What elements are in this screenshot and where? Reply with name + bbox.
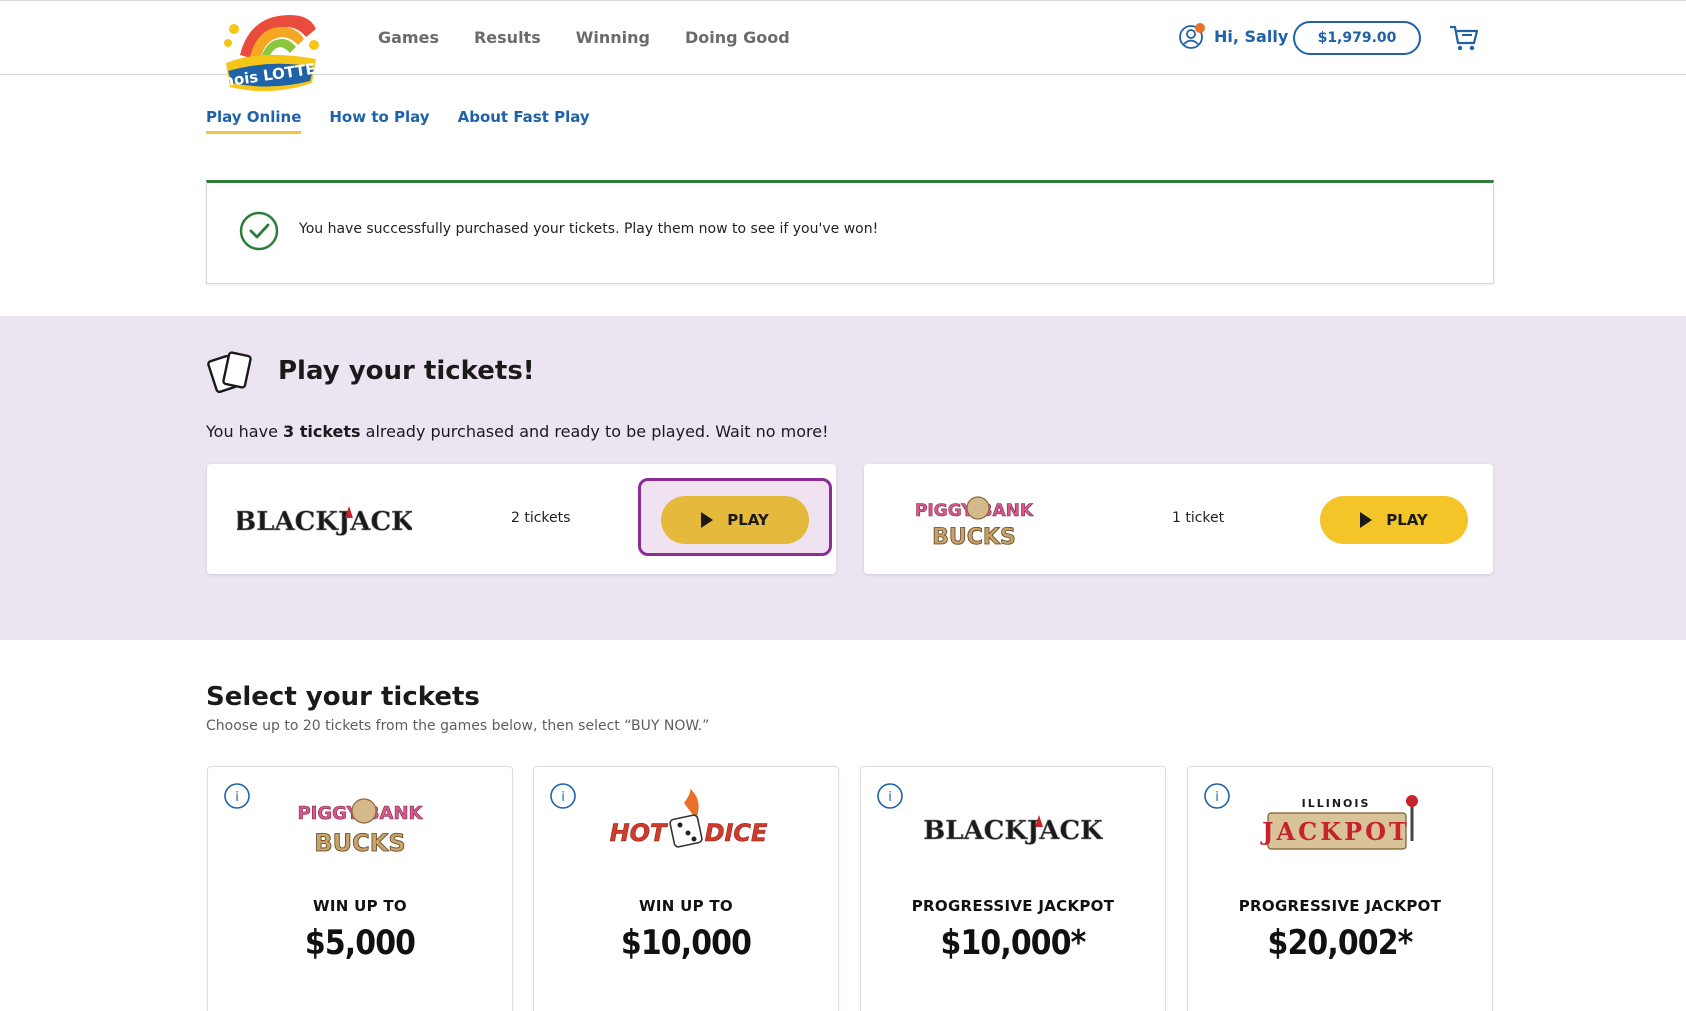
notification-dot-icon — [1195, 23, 1205, 33]
nav-winning[interactable]: Winning — [576, 28, 650, 47]
prize-label: WIN UP TO — [313, 897, 407, 915]
prize-amount: $20,002* — [1267, 923, 1414, 963]
nav-results[interactable]: Results — [474, 28, 541, 47]
game-card-piggy-bank-bucks[interactable]: i PIGGY BANK BUCKS WIN UP TO $5,000 — [207, 766, 513, 1011]
user-greeting: Hi, Sally — [1214, 26, 1289, 46]
svg-text:i: i — [561, 790, 565, 805]
tab-how-to-play[interactable]: How to Play — [329, 108, 429, 134]
play-section-subtitle: You have 3 tickets already purchased and… — [206, 422, 829, 441]
select-section-subtitle: Choose up to 20 tickets from the games b… — [206, 718, 710, 734]
svg-text:BLACKJACK: BLACKJACK — [237, 507, 412, 537]
prize-amount: $5,000 — [304, 923, 416, 963]
play-button-piggy-bank-bucks[interactable]: PLAY — [1320, 496, 1468, 544]
play-button-blackjack[interactable]: PLAY — [661, 496, 809, 544]
play-icon — [701, 512, 714, 528]
svg-text:BLACKJACK: BLACKJACK — [923, 816, 1103, 846]
blackjack-logo: BLACKJACK — [234, 484, 415, 554]
success-message: You have successfully purchased your tic… — [299, 221, 879, 237]
blackjack-logo: BLACKJACK — [923, 789, 1104, 863]
nav-doing-good[interactable]: Doing Good — [685, 28, 790, 47]
ticket-card-blackjack: BLACKJACK 2 tickets PLAY — [207, 464, 836, 574]
ticket-count: 1 ticket — [1172, 510, 1225, 526]
play-tickets-section: Play your tickets! You have 3 tickets al… — [0, 316, 1686, 640]
tickets-icon — [206, 350, 258, 394]
svg-text:i: i — [235, 790, 239, 805]
info-icon[interactable]: i — [1204, 783, 1230, 809]
select-section-title: Select your tickets — [206, 682, 480, 712]
ticket-count: 2 tickets — [511, 510, 571, 526]
svg-text:BUCKS: BUCKS — [314, 829, 405, 857]
svg-text:i: i — [1215, 790, 1219, 805]
fast-play-subnav: Play Online How to Play About Fast Play — [206, 108, 618, 134]
game-card-hot-dice[interactable]: i HOT DICE WIN UP TO $10,000 — [533, 766, 839, 1011]
main-nav: Games Results Winning Doing Good — [378, 28, 825, 47]
account-balance-button[interactable]: $1,979.00 — [1293, 21, 1421, 55]
prize-label: PROGRESSIVE JACKPOT — [911, 897, 1115, 915]
info-icon[interactable]: i — [224, 783, 250, 809]
play-section-title: Play your tickets! — [278, 356, 535, 386]
piggy-bank-bucks-logo: PIGGY BANK BUCKS — [894, 484, 1069, 554]
nav-games[interactable]: Games — [378, 28, 439, 47]
ticket-card-piggy-bank-bucks: PIGGY BANK BUCKS 1 ticket PLAY — [864, 464, 1493, 574]
prize-amount: $10,000* — [940, 923, 1087, 963]
info-icon[interactable]: i — [877, 783, 903, 809]
illinois-jackpot-logo: ILLINOIS JACKPOT — [1250, 789, 1430, 863]
svg-text:ILLINOIS: ILLINOIS — [1302, 797, 1371, 810]
illinois-lottery-logo[interactable]: Illinois LOTTERY — [201, 9, 339, 97]
info-icon[interactable]: i — [550, 783, 576, 809]
svg-text:JACKPOT: JACKPOT — [1260, 817, 1410, 846]
piggy-bank-bucks-logo: PIGGY BANK BUCKS — [270, 789, 450, 863]
tab-about-fast-play[interactable]: About Fast Play — [458, 108, 590, 134]
purchase-success-banner: You have successfully purchased your tic… — [206, 180, 1494, 284]
svg-text:DICE: DICE — [705, 819, 768, 847]
user-account-icon — [1178, 22, 1206, 50]
game-card-illinois-jackpot[interactable]: i ILLINOIS JACKPOT PROGRESSIVE JACKPOT $… — [1187, 766, 1493, 1011]
svg-text:BUCKS: BUCKS — [932, 525, 1016, 550]
cart-icon[interactable] — [1448, 23, 1480, 53]
game-card-blackjack[interactable]: i BLACKJACK PROGRESSIVE JACKPOT $10,000* — [860, 766, 1166, 1011]
ticket-total: 3 tickets — [283, 422, 361, 441]
tab-play-online[interactable]: Play Online — [206, 108, 302, 134]
site-header: Illinois LOTTERY Games Results Winning D… — [0, 0, 1686, 93]
prize-amount: $10,000 — [620, 923, 752, 963]
svg-text:HOT: HOT — [610, 819, 668, 847]
check-circle-icon — [239, 211, 279, 251]
prize-label: WIN UP TO — [639, 897, 733, 915]
prize-label: PROGRESSIVE JACKPOT — [1238, 897, 1442, 915]
hot-dice-logo: HOT DICE — [596, 787, 776, 863]
svg-text:i: i — [888, 790, 892, 805]
user-menu[interactable]: Hi, Sally — [1178, 22, 1288, 50]
play-icon — [1360, 512, 1373, 528]
